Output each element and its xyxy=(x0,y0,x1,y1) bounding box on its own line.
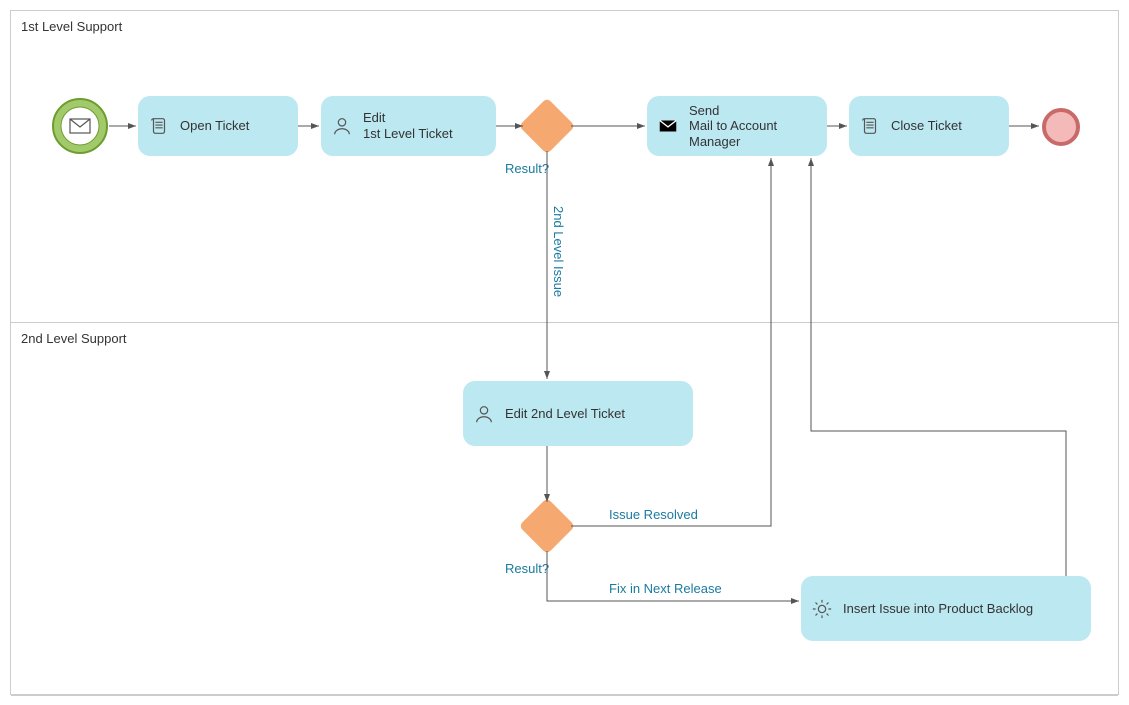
user-icon xyxy=(331,115,353,137)
task-close-ticket-label: Close Ticket xyxy=(891,118,962,134)
task-send-mail-label: Send Mail to Account Manager xyxy=(689,103,777,150)
script-icon xyxy=(148,115,170,137)
flow-label-issue-resolved: Issue Resolved xyxy=(609,507,698,522)
task-send-mail: Send Mail to Account Manager xyxy=(647,96,827,156)
gateway-2-label: Result? xyxy=(505,561,549,576)
task-edit-l1: Edit 1st Level Ticket xyxy=(321,96,496,156)
gateway-result-2 xyxy=(527,506,567,546)
message-start-icon xyxy=(51,97,109,155)
user-icon xyxy=(473,403,495,425)
flow-label-fix-next: Fix in Next Release xyxy=(609,581,722,596)
lane-1-label: 1st Level Support xyxy=(21,19,122,34)
task-edit-l2-label: Edit 2nd Level Ticket xyxy=(505,406,625,422)
mail-icon xyxy=(657,115,679,137)
task-edit-l1-label: Edit 1st Level Ticket xyxy=(363,110,453,141)
task-open-ticket: Open Ticket xyxy=(138,96,298,156)
gateway-1-label: Result? xyxy=(505,161,549,176)
gateway-result-1 xyxy=(527,106,567,146)
lane-2-label: 2nd Level Support xyxy=(21,331,127,346)
flow-label-2nd-level-issue: 2nd Level Issue xyxy=(551,206,566,297)
gear-icon xyxy=(811,598,833,620)
task-insert-backlog-label: Insert Issue into Product Backlog xyxy=(843,601,1033,617)
bpmn-pool: 1st Level Support 2nd Level Support Open… xyxy=(10,10,1119,695)
script-icon xyxy=(859,115,881,137)
task-insert-backlog: Insert Issue into Product Backlog xyxy=(801,576,1091,641)
task-close-ticket: Close Ticket xyxy=(849,96,1009,156)
task-open-ticket-label: Open Ticket xyxy=(180,118,249,134)
end-event xyxy=(1041,107,1081,150)
end-event-icon xyxy=(1041,107,1081,147)
start-event xyxy=(51,97,109,158)
task-edit-l2: Edit 2nd Level Ticket xyxy=(463,381,693,446)
